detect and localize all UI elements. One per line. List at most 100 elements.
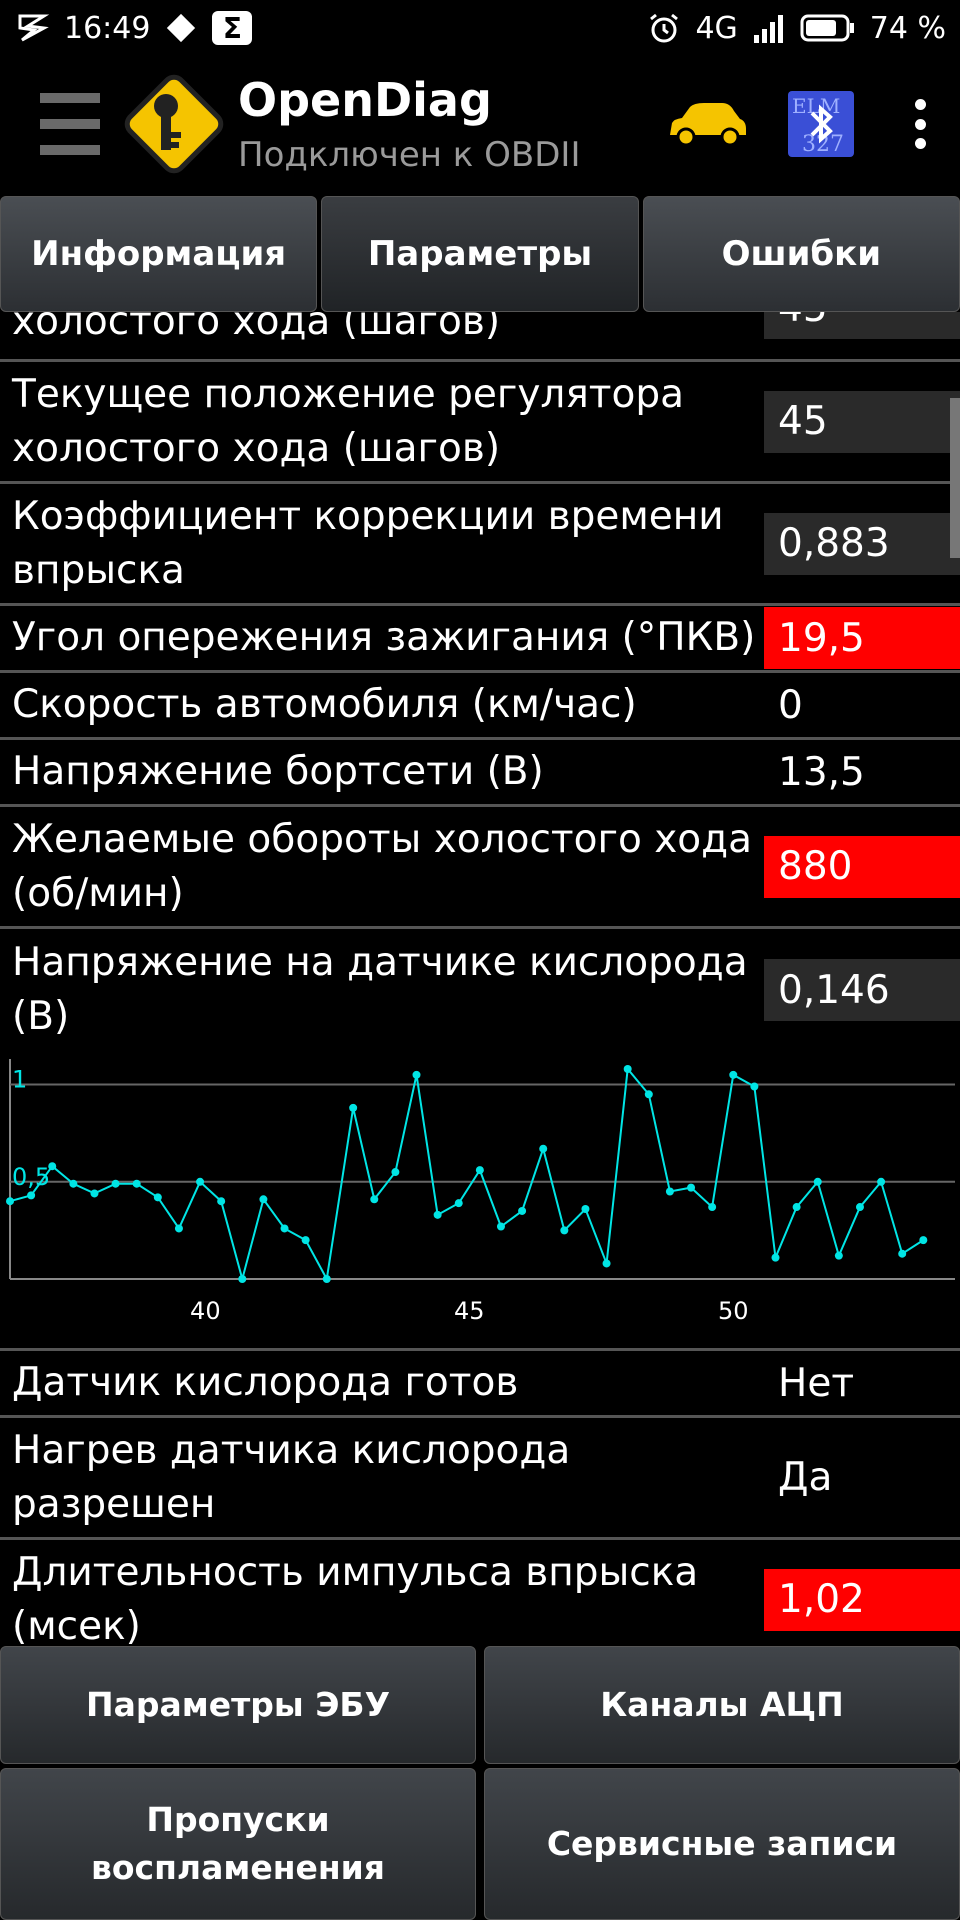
bottom-actions: Параметры ЭБУ Каналы АЦП Пропуски воспла… — [0, 1646, 960, 1920]
param-value: 880 — [764, 835, 960, 898]
chart-x-tick-label: 45 — [454, 1297, 485, 1325]
chart-point — [391, 1168, 400, 1177]
chart-point — [771, 1253, 780, 1262]
signal-icon — [752, 13, 786, 43]
app-logo — [124, 74, 224, 174]
scrollbar[interactable] — [950, 398, 960, 558]
param-label: Скорость автомобиля (км/час) — [12, 682, 637, 727]
chart-point — [370, 1195, 379, 1204]
param-row: Текущее положение регулятора холостого х… — [0, 362, 960, 484]
param-label: Напряжение на датчике кислорода (В) — [12, 940, 748, 1039]
chart-point — [349, 1103, 358, 1112]
param-label: Текущее положение регулятора холостого х… — [12, 371, 685, 471]
chart-point — [322, 1275, 331, 1283]
app-toolbar: OpenDiag Подключен к OBDII ELM 327 — [0, 56, 960, 192]
chart-point — [280, 1224, 289, 1233]
param-row: Угол опережения зажигания (°ПКВ) 19,5 — [0, 606, 960, 673]
adc-channels-button[interactable]: Каналы АЦП — [484, 1646, 960, 1764]
tab-parameters[interactable]: Параметры — [321, 196, 639, 312]
parameter-list[interactable]: холостого хода (шагов) 45 Текущее положе… — [0, 312, 960, 1646]
param-row: Желаемые обороты холостого хода (об/мин)… — [0, 807, 960, 929]
param-label: Длительность импульса впрыска (мсек) — [12, 1549, 699, 1647]
chart-x-tick-label: 50 — [718, 1297, 749, 1325]
chart-point — [27, 1191, 36, 1200]
chart-svg: 0,5140 45 50 — [6, 1059, 955, 1325]
chart-point — [729, 1070, 738, 1079]
param-label: Нагрев датчика кислорода разрешен — [12, 1427, 571, 1527]
tab-info[interactable]: Информация — [0, 196, 318, 312]
chart-point — [301, 1236, 310, 1245]
chart-point — [623, 1065, 632, 1073]
param-row: Напряжение бортсети (В) 13,5 — [0, 740, 960, 807]
param-label: Напряжение бортсети (В) — [12, 749, 544, 794]
chart-point — [111, 1179, 120, 1188]
chart-point — [855, 1203, 864, 1212]
chart-point — [792, 1203, 801, 1212]
chart-point — [48, 1162, 57, 1171]
chart-point — [813, 1177, 822, 1186]
chart-point — [259, 1195, 268, 1204]
chart-series-line — [9, 1066, 924, 1283]
chart-point — [750, 1082, 759, 1091]
param-value: 45 — [764, 312, 960, 339]
alarm-icon — [647, 11, 681, 45]
param-value: 0,146 — [764, 959, 960, 1021]
chart-point — [687, 1183, 696, 1192]
tab-bar: Информация Параметры Ошибки — [0, 196, 960, 312]
chart-point — [834, 1251, 843, 1260]
chart-point — [496, 1222, 505, 1231]
param-value: 0,883 — [764, 512, 960, 575]
param-value: 13,5 — [778, 749, 865, 795]
notification-icon — [14, 10, 50, 46]
param-value: 19,5 — [764, 607, 960, 669]
chart-point — [602, 1259, 611, 1268]
battery-icon — [800, 13, 856, 43]
param-label: Датчик кислорода готов — [12, 1360, 519, 1405]
sigma-icon: Σ — [212, 11, 253, 45]
more-options-icon[interactable] — [910, 99, 930, 149]
connection-status: Подключен к OBDII — [238, 135, 581, 175]
chart-point — [475, 1166, 484, 1175]
service-records-button[interactable]: Сервисные записи — [484, 1768, 960, 1920]
chart-point — [132, 1179, 141, 1188]
chart-point — [560, 1226, 569, 1235]
param-value: Нет — [778, 1360, 855, 1406]
chart-point — [665, 1187, 674, 1196]
diamond-icon — [164, 11, 198, 45]
param-row: холостого хода (шагов) 45 — [0, 312, 960, 362]
chart-point — [433, 1210, 442, 1219]
chart-point — [238, 1275, 247, 1283]
chart-point — [412, 1070, 421, 1079]
chart-point — [153, 1193, 162, 1202]
tab-errors[interactable]: Ошибки — [642, 196, 960, 312]
chart-point — [69, 1179, 78, 1188]
chart-y-tick-label: 1 — [12, 1066, 27, 1094]
bluetooth-icon[interactable]: ELM 327 — [788, 91, 854, 157]
network-type: 4G — [695, 10, 738, 46]
chart-point — [174, 1224, 183, 1233]
chart-point — [518, 1206, 527, 1215]
ecu-params-button[interactable]: Параметры ЭБУ — [0, 1646, 476, 1764]
param-row: Длительность импульса впрыска (мсек) 1,0… — [0, 1540, 960, 1646]
chart-point — [877, 1177, 886, 1186]
misfires-button[interactable]: Пропуски воспламенения — [0, 1768, 476, 1920]
param-label: холостого хода (шагов) — [12, 312, 501, 344]
param-value: Да — [778, 1455, 833, 1500]
status-bar: 16:49 Σ 4G 74 % — [0, 0, 960, 56]
chart-point — [581, 1205, 590, 1213]
chart-point — [644, 1090, 653, 1099]
param-row: Датчик кислорода готов Нет — [0, 1351, 960, 1418]
menu-icon[interactable] — [40, 93, 100, 155]
chart-point — [6, 1197, 14, 1206]
param-row: Коэффициент коррекции времени впрыска 0,… — [0, 484, 960, 606]
chart-point — [539, 1144, 548, 1153]
car-icon[interactable] — [664, 99, 748, 149]
param-label: Желаемые обороты холостого хода (об/мин) — [12, 816, 753, 916]
chart-point — [898, 1249, 907, 1258]
battery-level: 74 % — [869, 10, 946, 46]
chart-point — [919, 1236, 928, 1245]
chart-point — [708, 1203, 717, 1212]
param-row: Нагрев датчика кислорода разрешен Да — [0, 1418, 960, 1540]
param-row: Напряжение на датчике кислорода (В) 0,14… — [0, 929, 960, 1051]
param-label: Коэффициент коррекции времени впрыска — [12, 493, 724, 593]
